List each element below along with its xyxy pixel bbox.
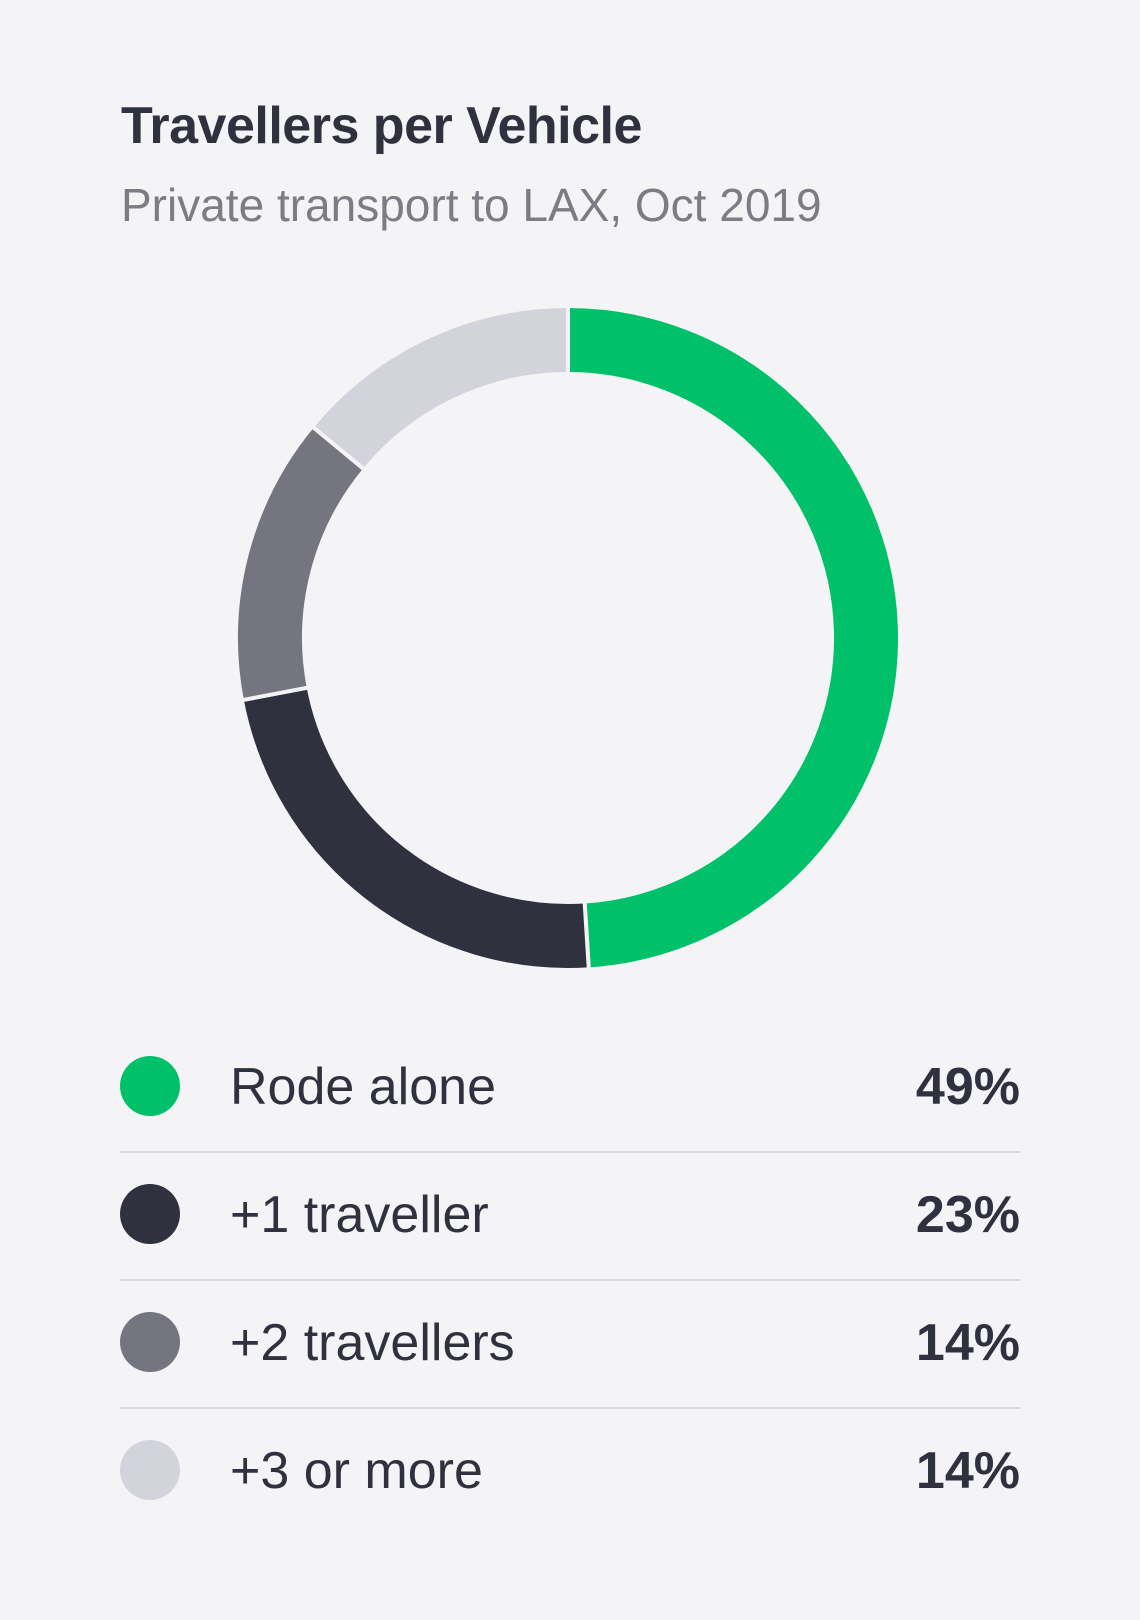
legend-value-plus-3-or-more: 14%: [915, 1442, 1020, 1500]
legend-item-rode-alone: Rode alone 49%: [120, 1025, 1020, 1153]
legend-label-plus-1-traveller: +1 traveller: [230, 1186, 489, 1244]
legend-swatch-plus-2-travellers: [120, 1312, 180, 1372]
donut-chart: [234, 303, 902, 972]
donut-slice-plus-1-traveller: [239, 685, 591, 972]
legend-label-rode-alone: Rode alone: [230, 1058, 496, 1116]
legend-item-plus-1-traveller: +1 traveller 23%: [120, 1153, 1020, 1281]
legend-item-plus-3-or-more: +3 or more 14%: [120, 1409, 1020, 1537]
legend-value-rode-alone: 49%: [915, 1058, 1020, 1116]
legend-label-plus-2-travellers: +2 travellers: [230, 1314, 515, 1372]
legend-swatch-plus-3-or-more: [120, 1440, 180, 1500]
donut-slices: [234, 303, 902, 972]
legend-item-plus-2-travellers: +2 travellers 14%: [120, 1281, 1020, 1409]
legend-swatch-plus-1-traveller: [120, 1184, 180, 1244]
legend: Rode alone 49% +1 traveller 23% +2 trave…: [120, 1025, 1020, 1537]
legend-swatch-rode-alone: [120, 1056, 180, 1116]
chart-card: Travellers per Vehicle Private transport…: [0, 0, 1140, 1620]
legend-value-plus-1-traveller: 23%: [915, 1186, 1020, 1244]
legend-value-plus-2-travellers: 14%: [915, 1314, 1020, 1372]
donut-slice-plus-2-travellers: [234, 423, 368, 703]
donut-slice-plus-3-or-more: [309, 303, 570, 473]
donut-slice-rode-alone: [566, 303, 902, 972]
legend-label-plus-3-or-more: +3 or more: [230, 1442, 483, 1500]
